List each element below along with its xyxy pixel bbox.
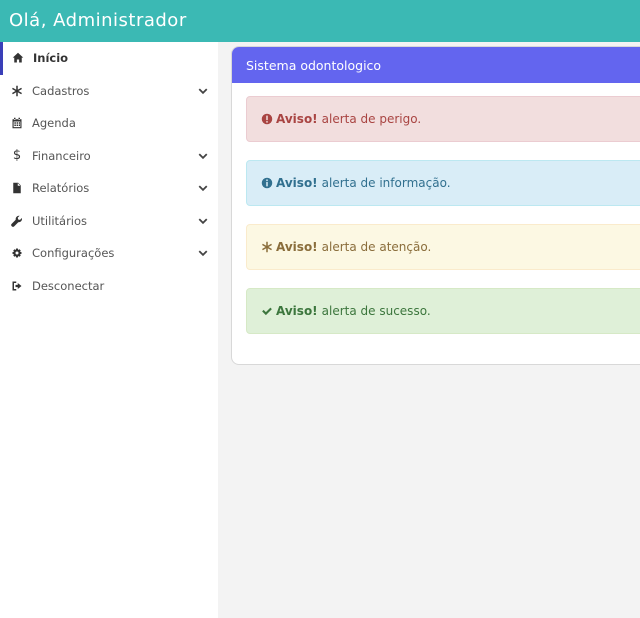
chevron-down-icon[interactable] [197,150,209,162]
sidebar-item-label: Cadastros [32,83,90,98]
alert-text: alerta de sucesso. [321,304,431,318]
alert-text: alerta de atenção. [321,240,432,254]
sidebar-item-utilitarios[interactable]: Utilitários [0,205,218,238]
chevron-down-icon[interactable] [197,182,209,194]
sidebar-item-configuracoes[interactable]: Configurações [0,237,218,270]
sidebar-item-label: Utilitários [32,213,88,228]
sidebar: Início Cadastros Agenda $ Financeiro Rel… [0,42,218,618]
check-icon [261,305,273,317]
top-bar: Olá, Administrador [0,0,640,42]
sidebar-item-cadastros[interactable]: Cadastros [0,75,218,108]
gear-icon [10,246,24,260]
sidebar-item-label: Agenda [32,116,76,131]
exclamation-circle-icon [261,113,273,125]
alert-danger: Aviso! alerta de perigo. [246,96,640,142]
sidebar-item-financeiro[interactable]: $ Financeiro [0,140,218,173]
sidebar-item-label: Financeiro [32,148,91,163]
alert-strong-label: Aviso! [276,176,318,190]
dashboard-card: Sistema odontologico Aviso! alerta de pe… [231,46,640,365]
alert-text: alerta de perigo. [321,112,422,126]
card-header: Sistema odontologico [232,47,640,83]
sidebar-item-relatorios[interactable]: Relatórios [0,172,218,205]
wrench-icon [10,214,24,228]
sign-out-icon [10,279,24,293]
sidebar-item-label: Relatórios [32,181,90,196]
sidebar-item-desconectar[interactable]: Desconectar [0,270,218,303]
chevron-down-icon[interactable] [197,247,209,259]
card-title: Sistema odontologico [246,57,382,73]
home-icon [11,51,25,65]
alert-strong-label: Aviso! [276,112,318,126]
sidebar-item-inicio[interactable]: Início [0,42,218,75]
alert-strong-label: Aviso! [276,240,318,254]
asterisk-icon [10,84,24,98]
sidebar-item-label: Desconectar [32,278,105,293]
alert-info: Aviso! alerta de informação. [246,160,640,206]
chevron-down-icon[interactable] [197,85,209,97]
sidebar-item-agenda[interactable]: Agenda [0,107,218,140]
file-icon [10,181,24,195]
info-circle-icon [261,177,273,189]
alert-warning: Aviso! alerta de atenção. [246,224,640,270]
alert-strong-label: Aviso! [276,304,318,318]
alert-text: alerta de informação. [321,176,451,190]
dollar-icon: $ [12,148,22,164]
sidebar-item-label: Configurações [32,246,115,261]
sidebar-item-label: Início [33,51,69,66]
chevron-down-icon[interactable] [197,215,209,227]
calendar-icon [10,116,24,130]
asterisk-icon [261,241,273,253]
greeting-title: Olá, Administrador [9,10,187,31]
alert-success: Aviso! alerta de sucesso. [246,288,640,334]
